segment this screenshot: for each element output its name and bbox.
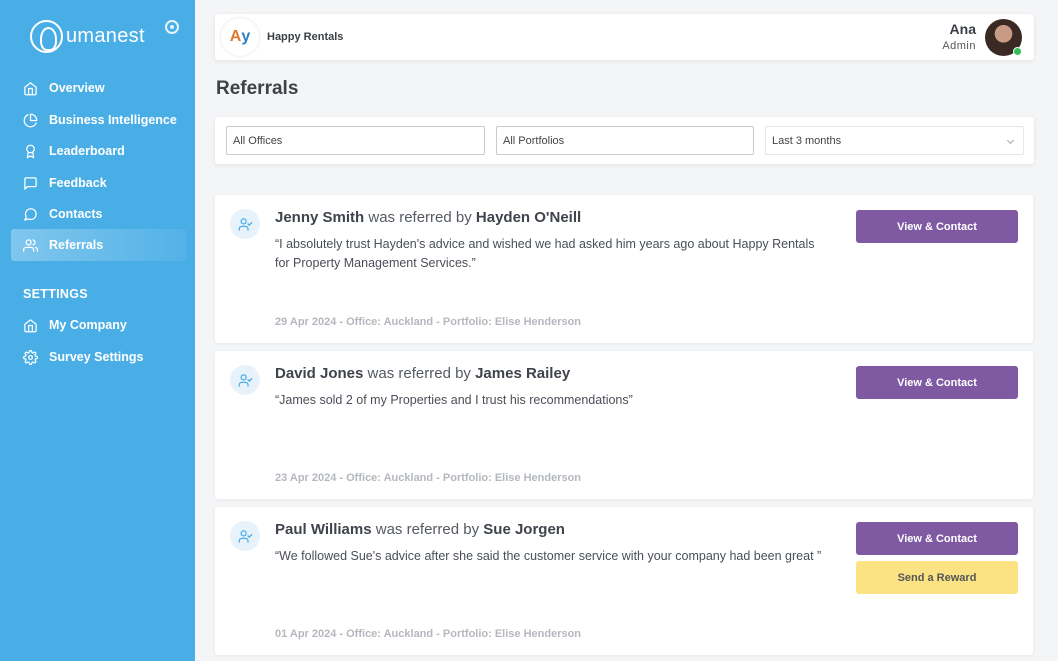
referral-meta: 23 Apr 2024 - Office: Auckland - Portfol… xyxy=(275,472,582,484)
sidebar-item-business-intelligence[interactable]: Business Intelligence xyxy=(11,104,186,136)
pie-chart-icon xyxy=(23,113,38,127)
sidebar-item-label: My Company xyxy=(49,318,127,332)
company-name: Happy Rentals xyxy=(267,31,344,43)
sidebar-item-leaderboard[interactable]: Leaderboard xyxy=(11,135,186,167)
referral-meta: 01 Apr 2024 - Office: Auckland - Portfol… xyxy=(275,628,582,640)
umanest-logo[interactable]: umanest xyxy=(30,20,145,53)
send-reward-button[interactable]: Send a Reward xyxy=(856,561,1018,594)
home-icon xyxy=(24,81,37,95)
filter-bar: All Offices All Portfolios Last 3 months xyxy=(215,117,1034,164)
sidebar-item-label: Overview xyxy=(49,81,105,95)
referred-person-name: David Jones xyxy=(275,365,364,382)
referral-quote: “James sold 2 of my Properties and I tru… xyxy=(275,393,633,407)
user-role: Admin xyxy=(942,40,976,52)
sidebar-item-label: Referrals xyxy=(49,238,104,252)
message-square-icon xyxy=(24,176,37,190)
home-icon xyxy=(24,318,37,332)
logo-mark-icon xyxy=(30,20,63,53)
gear-icon xyxy=(23,349,38,365)
collapse-sidebar-icon[interactable] xyxy=(165,20,179,34)
company-logo[interactable]: Ay xyxy=(221,18,259,56)
award-icon xyxy=(26,144,35,158)
referral-card: David Jones was referred by James Railey… xyxy=(215,351,1033,499)
user-referral-icon xyxy=(230,209,260,239)
sidebar-item-referrals[interactable]: Referrals xyxy=(11,229,186,261)
referral-quote: “We followed Sue's advice after she said… xyxy=(275,549,822,563)
sidebar-item-label: Survey Settings xyxy=(49,350,144,364)
referred-person-name: Jenny Smith xyxy=(275,209,365,226)
portfolios-filter[interactable]: All Portfolios xyxy=(496,126,754,155)
top-bar: Ay Happy Rentals Ana Admin xyxy=(215,14,1034,60)
sidebar-item-label: Business Intelligence xyxy=(49,113,177,127)
referral-quote: “I absolutely trust Hayden's advice and … xyxy=(275,237,815,270)
sidebar-item-contacts[interactable]: Contacts xyxy=(11,198,186,230)
logo-text: umanest xyxy=(66,25,145,47)
referral-headline: Jenny Smith was referred by Hayden O'Nei… xyxy=(275,209,581,226)
referral-card: Jenny Smith was referred by Hayden O'Nei… xyxy=(215,195,1033,343)
referred-text: was referred by xyxy=(375,521,480,538)
sidebar-item-overview[interactable]: Overview xyxy=(11,72,186,104)
referred-person-name: Paul Williams xyxy=(275,521,372,538)
user-referral-icon xyxy=(230,365,260,395)
message-circle-icon xyxy=(24,207,37,221)
sidebar: umanest Overview Business Intelligence L… xyxy=(0,0,195,661)
sidebar-item-label: Contacts xyxy=(49,207,103,221)
user-name[interactable]: Ana xyxy=(950,21,976,37)
referred-text: was referred by xyxy=(367,365,471,382)
offices-filter[interactable]: All Offices xyxy=(226,126,485,155)
period-select-value: Last 3 months xyxy=(772,134,842,147)
referral-headline: David Jones was referred by James Railey xyxy=(275,365,570,382)
sidebar-item-survey-settings[interactable]: Survey Settings xyxy=(11,341,186,373)
referrer-name: Hayden O'Neill xyxy=(475,209,582,226)
referrer-name: Sue Jorgen xyxy=(483,521,565,538)
referrer-name: James Railey xyxy=(475,365,571,382)
sidebar-item-my-company[interactable]: My Company xyxy=(11,309,186,341)
chevron-down-icon xyxy=(1006,136,1015,145)
referral-meta: 29 Apr 2024 - Office: Auckland - Portfol… xyxy=(275,316,582,328)
view-contact-button[interactable]: View & Contact xyxy=(856,210,1018,243)
user-referral-icon xyxy=(230,521,260,551)
users-icon xyxy=(23,238,38,252)
referral-card: Paul Williams was referred by Sue Jorgen… xyxy=(215,507,1033,655)
sidebar-item-label: Leaderboard xyxy=(49,144,125,158)
sidebar-item-feedback[interactable]: Feedback xyxy=(11,167,186,199)
view-contact-button[interactable]: View & Contact xyxy=(856,522,1018,555)
online-status-indicator xyxy=(1013,47,1022,56)
page-title: Referrals xyxy=(216,78,299,99)
sidebar-item-label: Feedback xyxy=(49,176,107,190)
settings-heading: SETTINGS xyxy=(23,287,88,301)
referred-text: was referred by xyxy=(368,209,472,226)
view-contact-button[interactable]: View & Contact xyxy=(856,366,1018,399)
period-select[interactable]: Last 3 months xyxy=(765,126,1024,155)
referral-headline: Paul Williams was referred by Sue Jorgen xyxy=(275,521,565,538)
